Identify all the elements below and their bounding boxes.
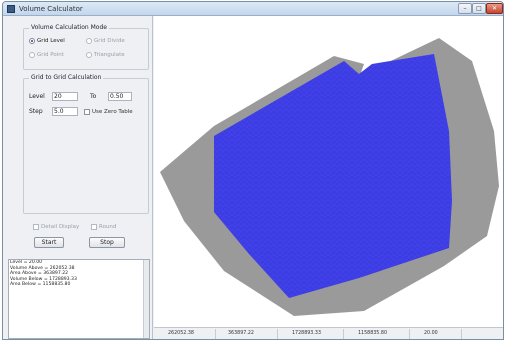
left-panel: Volume Calculation Mode Grid Level Grid … — [3, 16, 153, 339]
to-label: To — [90, 93, 97, 100]
mode-group: Volume Calculation Mode Grid Level Grid … — [23, 24, 149, 70]
radio-label: Grid Level — [37, 38, 65, 44]
to-input[interactable]: 0.50 — [108, 92, 132, 101]
status-volume-below: 1728893.33 — [290, 329, 344, 339]
level-input[interactable]: 20 — [52, 92, 78, 101]
mode-group-label: Volume Calculation Mode — [29, 24, 109, 31]
level-label: Level — [29, 93, 45, 100]
checkbox-label: Detail Display — [41, 224, 80, 230]
step-input[interactable]: 5.0 — [52, 107, 78, 116]
checkbox-box — [91, 224, 97, 230]
grid-group: Grid to Grid Calculation Level 20 To 0.5… — [23, 74, 149, 214]
status-level: 20.00 — [422, 329, 462, 339]
stop-button[interactable]: Stop — [89, 237, 125, 248]
checkbox-box — [33, 224, 39, 230]
output-log[interactable]: Level = 20.00 Volume Above = 262052.38 A… — [8, 259, 150, 339]
minimize-button[interactable]: – — [458, 3, 472, 14]
checkbox-label: Round — [99, 224, 117, 230]
use-zero-table-checkbox[interactable]: Use Zero Table — [84, 109, 133, 115]
checkbox-label: Use Zero Table — [92, 109, 133, 115]
start-button[interactable]: Start — [34, 237, 64, 248]
radio-grid-level[interactable]: Grid Level — [29, 38, 65, 44]
title-bar[interactable]: Volume Calculator – □ ✕ — [3, 2, 503, 16]
progress-fill — [254, 339, 434, 340]
app-icon — [7, 5, 15, 13]
radio-dot — [29, 38, 35, 44]
surface-canvas[interactable] — [154, 16, 503, 327]
status-area-above: 363897.22 — [226, 329, 278, 339]
radio-dot — [86, 52, 92, 58]
status-bar: 262052.38 363897.22 1728893.33 1158835.8… — [154, 327, 503, 340]
close-button[interactable]: ✕ — [486, 3, 503, 14]
grid-group-label: Grid to Grid Calculation — [29, 74, 104, 81]
progress-bar — [254, 339, 434, 340]
surface-plot — [160, 38, 499, 316]
radio-label: Grid Point — [37, 52, 64, 58]
window-title: Volume Calculator — [19, 5, 83, 13]
detail-display-checkbox[interactable]: Detail Display — [33, 224, 79, 230]
maximize-button[interactable]: □ — [472, 3, 486, 14]
app-window: Volume Calculator – □ ✕ Volume Calculati… — [2, 1, 504, 340]
output-scrollbar[interactable] — [143, 260, 149, 338]
status-volume-above: 262052.38 — [166, 329, 216, 339]
radio-grid-point[interactable]: Grid Point — [29, 52, 64, 58]
radio-grid-divide[interactable]: Grid Divide — [86, 38, 125, 44]
checkbox-box — [84, 109, 90, 115]
round-checkbox[interactable]: Round — [91, 224, 116, 230]
output-line: Area Below = 1158835.80 — [10, 282, 71, 288]
radio-dot — [29, 52, 35, 58]
radio-dot — [86, 38, 92, 44]
step-label: Step — [29, 108, 43, 115]
radio-triangulate[interactable]: Triangulate — [86, 52, 125, 58]
radio-label: Triangulate — [94, 52, 125, 58]
status-area-below: 1158835.80 — [356, 329, 410, 339]
radio-label: Grid Divide — [94, 38, 125, 44]
